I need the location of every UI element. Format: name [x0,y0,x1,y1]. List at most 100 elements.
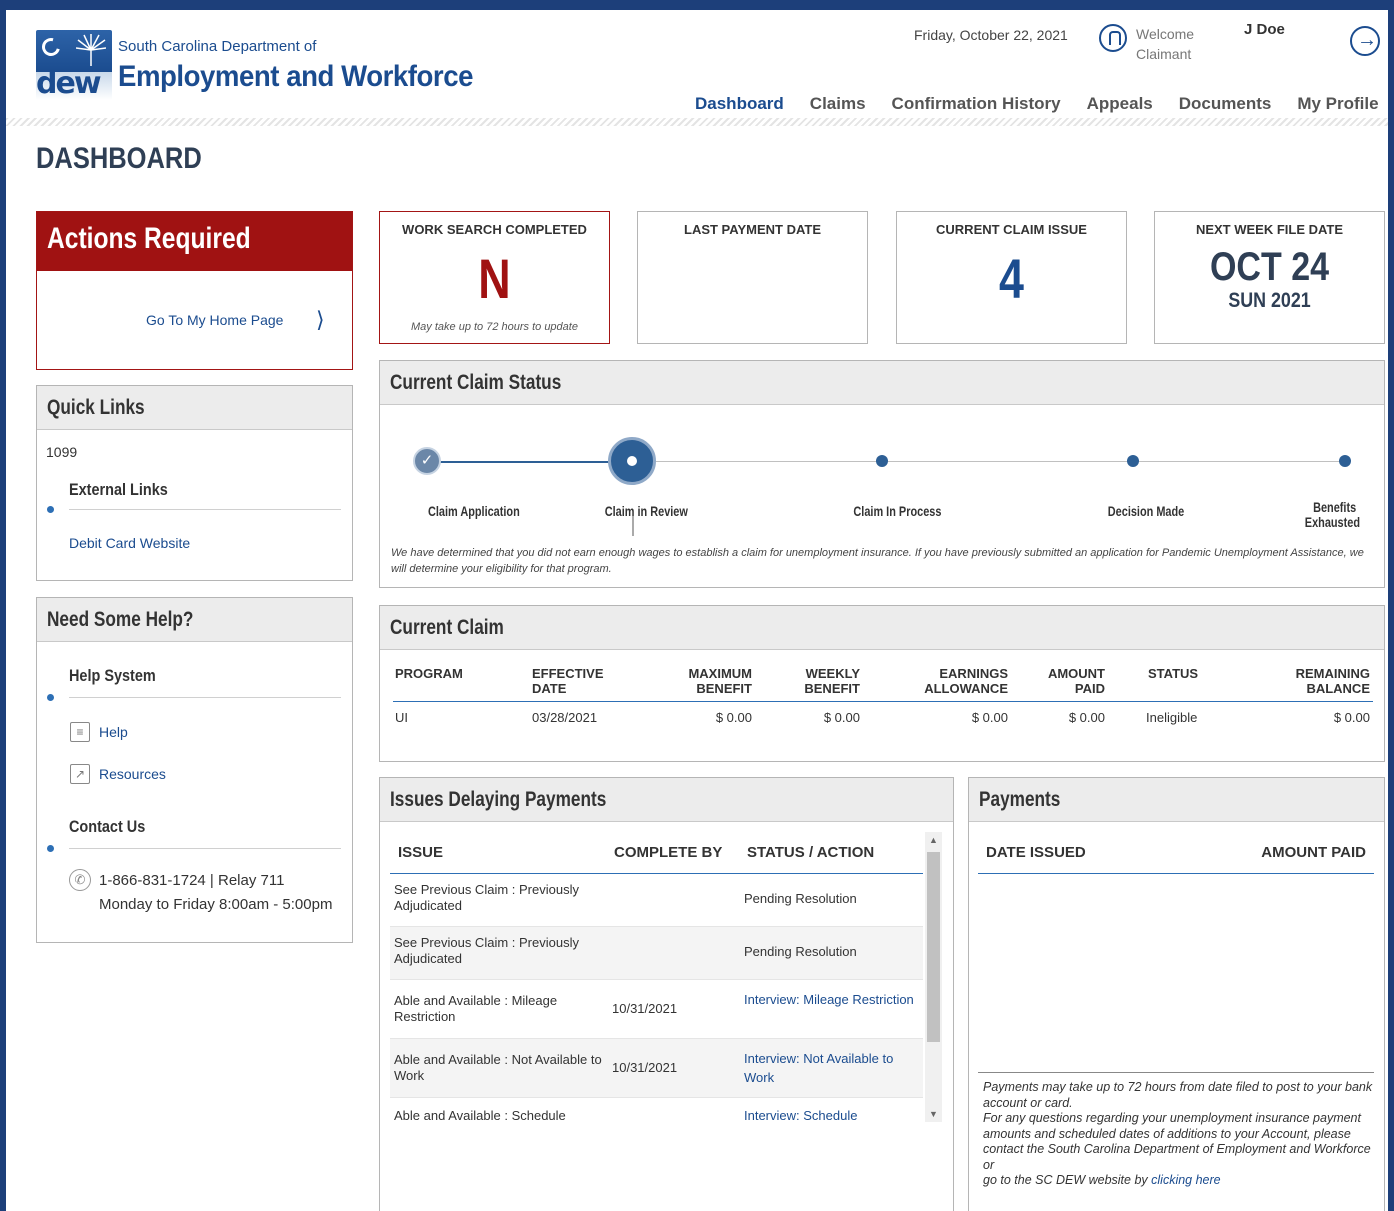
cell-program: UI [395,710,408,725]
complete-by-cell: 10/31/2021 [612,1001,678,1016]
resources-link[interactable]: Resources [99,766,166,782]
col-issue: ISSUE [398,844,444,861]
issues-delaying-payments-panel: Issues Delaying Payments ISSUE COMPLETE … [379,777,954,1211]
palmetto-icon [76,34,106,66]
step-dot [876,455,888,467]
col-earnings-allowance: EARNINGS ALLOWANCE [924,666,1008,696]
step-claim-in-review: Claim in Review [604,503,688,519]
col-status: STATUS [1148,666,1199,681]
col-status-action: STATUS / ACTION [747,844,875,861]
table-row: Able and Available : Not Available to Wo… [390,1039,923,1098]
step-dot [1339,455,1351,467]
dew-logo[interactable]: dew [36,30,112,100]
claim-issue-value: 4 [999,247,1024,310]
office-hours: Monday to Friday 8:00am - 5:00pm [99,896,333,913]
scroll-down-icon[interactable]: ▼ [925,1106,942,1122]
current-claim-issue-card: CURRENT CLAIM ISSUE 4 [896,211,1127,344]
cell-remaining-balance: $ 0.00 [1333,710,1370,725]
cell-status: Ineligible [1146,710,1198,725]
username: J Doe [1244,21,1285,38]
claim-issue-label: CURRENT CLAIM ISSUE [936,222,1087,237]
issue-cell: See Previous Claim : Previously Adjudica… [394,935,579,966]
last-payment-label: LAST PAYMENT DATE [684,222,821,237]
contact-us-heading: Contact Us [69,817,146,836]
logout-icon[interactable] [1350,26,1380,56]
help-panel: Need Some Help? Help System ≡ Help ↗ Res… [36,597,353,943]
help-link[interactable]: Help [99,724,128,740]
check-icon: ✓ [413,447,441,475]
cell-effective-date: 03/28/2021 [532,710,598,725]
debit-card-website-link[interactable]: Debit Card Website [69,535,190,551]
claim-status-note: We have determined that you did not earn… [391,547,1364,575]
interview-link[interactable]: Interview: Schedule [744,1106,914,1120]
col-amount-paid: AMOUNT PAID [1261,844,1366,861]
current-step-marker [632,516,634,536]
table-row: Able and Available : Schedule Interview:… [390,1098,923,1120]
scroll-up-icon[interactable]: ▲ [925,832,942,848]
payments-title: Payments [969,778,1384,822]
step-benefits-exhausted-line1: Benefits [1313,499,1357,515]
go-to-home-page-link[interactable]: Go To My Home Page [146,312,283,328]
next-week-file-date-card: NEXT WEEK FILE DATE OCT 24 SUN 2021 [1154,211,1385,344]
step-dot [1127,455,1139,467]
claim-status-title: Current Claim Status [380,361,1384,405]
external-link-icon: ↗ [70,764,90,784]
payments-note: Payments may take up to 72 hours from da… [983,1080,1378,1189]
welcome-line-2: Claimant [1136,46,1192,62]
external-links-heading: External Links [69,480,168,499]
bullet-divider [47,694,341,701]
step-claim-in-process: Claim In Process [853,503,942,519]
col-weekly-benefit: WEEKLY BENEFIT [804,666,860,696]
issue-cell: See Previous Claim : Previously Adjudica… [394,882,579,913]
current-date: Friday, October 22, 2021 [914,27,1068,43]
link-1099[interactable]: 1099 [46,444,77,460]
site-header: dew South Carolina Department of Employm… [6,10,1388,123]
issue-cell: Able and Available : Mileage Restriction [394,993,558,1024]
payments-note-3: go to the SC DEW website by clicking her… [983,1173,1221,1187]
progress-track-completed [425,461,632,463]
step-decision-made: Decision Made [1107,503,1185,519]
current-step-indicator [608,437,656,485]
org-title[interactable]: Employment and Workforce [118,60,473,94]
bullet-divider [47,845,341,852]
payments-note-2: For any questions regarding your unemplo… [983,1111,1371,1172]
current-claim-panel: Current Claim PROGRAM EFFECTIVE DATE MAXI… [379,605,1385,762]
table-row: Able and Available : Mileage Restriction… [390,980,923,1039]
status-cell: Pending Resolution [744,944,857,959]
work-search-note: May take up to 72 hours to update [411,321,578,333]
complete-by-cell: 10/31/2021 [612,1060,678,1075]
quick-links-title: Quick Links [37,386,352,430]
col-date-issued: DATE ISSUED [986,844,1086,861]
chevron-right-icon[interactable]: ⟩ [316,308,332,332]
payments-table-header: DATE ISSUED AMOUNT PAID [978,840,1374,874]
work-search-completed-card: WORK SEARCH COMPLETED N May take up to 7… [379,211,610,344]
help-panel-title: Need Some Help? [37,598,352,642]
payments-panel: Payments DATE ISSUED AMOUNT PAID Payment… [968,777,1385,1211]
pdf-icon: ≡ [70,722,90,742]
crescent-moon-icon [38,34,64,60]
cell-amount-paid: $ 0.00 [1068,710,1105,725]
bullet-divider [47,506,341,513]
interview-link[interactable]: Interview: Mileage Restriction [744,990,914,1009]
logo-text: dew [36,66,102,100]
issues-scrollbar[interactable]: ▲ ▼ [925,832,942,1122]
help-system-heading: Help System [69,666,156,685]
work-search-label: WORK SEARCH COMPLETED [402,222,587,237]
issues-title: Issues Delaying Payments [380,778,953,822]
clicking-here-link[interactable]: clicking here [1151,1173,1220,1187]
scroll-thumb[interactable] [927,852,940,1042]
next-week-label: NEXT WEEK FILE DATE [1195,222,1344,237]
actions-required-panel: Actions Required Go To My Home Page ⟩ [36,211,353,370]
col-amount-paid: AMOUNT PAID [1047,666,1105,696]
col-remaining-balance: REMAINING BALANCE [1295,666,1370,696]
issue-cell: Able and Available : Schedule [394,1108,566,1120]
cell-weekly-benefit: $ 0.00 [823,710,860,725]
welcome-line-1: Welcome [1136,26,1195,42]
user-icon [1099,24,1127,52]
welcome-text: Welcome Claimant [1136,24,1194,64]
current-claim-status-panel: Current Claim Status ✓ Claim Application… [379,360,1385,588]
interview-link[interactable]: Interview: Not Available to Work [744,1049,914,1087]
step-benefits-exhausted-line2: Exhausted [1304,514,1361,530]
actions-required-title: Actions Required [37,212,352,271]
org-subtitle: South Carolina Department of [118,38,317,55]
